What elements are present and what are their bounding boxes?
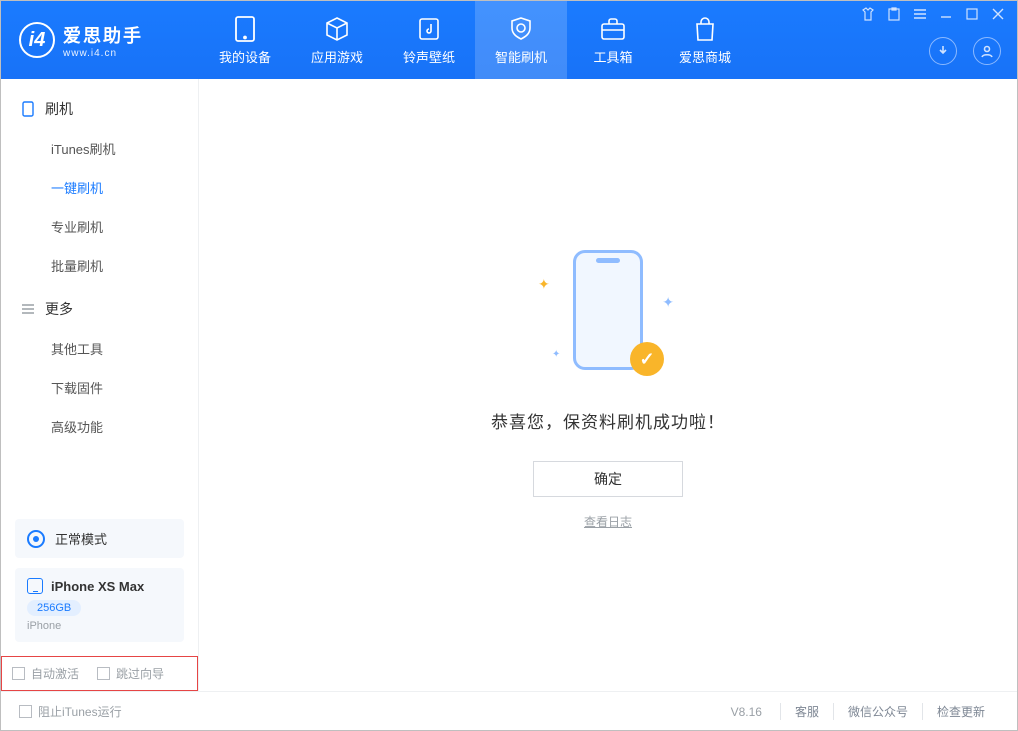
footer-link-wechat[interactable]: 微信公众号 — [833, 703, 922, 720]
main-panel: ✓ ✦ ✦ ✦ 恭喜您，保资料刷机成功啦！ 确定 查看日志 — [199, 79, 1017, 691]
stop-itunes-checkbox[interactable]: 阻止iTunes运行 — [19, 703, 122, 720]
auto-activate-checkbox[interactable]: 自动激活 — [12, 665, 79, 682]
sidebar-item-advanced[interactable]: 高级功能 — [1, 407, 198, 446]
section-header-more: 更多 — [1, 285, 198, 329]
sidebar: 刷机 iTunes刷机 一键刷机 专业刷机 批量刷机 更多 其他工具 下载固件 … — [1, 79, 199, 691]
check-badge-icon: ✓ — [630, 342, 664, 376]
maximize-button[interactable] — [965, 7, 979, 21]
close-button[interactable] — [991, 7, 1005, 21]
logo-title: 爱思助手 — [63, 22, 143, 48]
footer: 阻止iTunes运行 V8.16 客服 微信公众号 检查更新 — [1, 691, 1017, 731]
device-icon — [231, 15, 259, 43]
device-type: iPhone — [27, 620, 172, 632]
footer-link-check-update[interactable]: 检查更新 — [922, 703, 999, 720]
footer-link-support[interactable]: 客服 — [780, 703, 833, 720]
device-mode-label: 正常模式 — [55, 529, 107, 548]
toolbox-icon — [599, 15, 627, 43]
tab-smart-flash[interactable]: 智能刷机 — [475, 1, 567, 79]
success-message: 恭喜您，保资料刷机成功啦！ — [491, 408, 725, 433]
shield-icon — [507, 15, 535, 43]
logo-subtitle: www.i4.cn — [63, 48, 143, 59]
tshirt-icon[interactable] — [861, 7, 875, 21]
device-info-card[interactable]: iPhone XS Max 256GB iPhone — [15, 568, 184, 642]
device-storage-badge: 256GB — [27, 600, 81, 616]
sparkle-icon: ✦ — [662, 294, 674, 311]
download-button[interactable] — [929, 37, 957, 65]
mode-indicator-icon — [27, 530, 45, 548]
checkbox-icon — [12, 667, 25, 680]
main-tabs: 我的设备 应用游戏 铃声壁纸 智能刷机 工具箱 爱思商城 — [199, 1, 751, 79]
bag-icon — [691, 15, 719, 43]
logo-icon: i4 — [19, 22, 55, 58]
music-icon — [415, 15, 443, 43]
ok-button[interactable]: 确定 — [533, 461, 683, 497]
app-header: i4 爱思助手 www.i4.cn 我的设备 应用游戏 铃声壁纸 智能刷机 工具… — [1, 1, 1017, 79]
sparkle-icon: ✦ — [538, 276, 550, 293]
sidebar-item-oneclick-flash[interactable]: 一键刷机 — [1, 168, 198, 207]
checkbox-icon — [97, 667, 110, 680]
options-row: 自动激活 跳过向导 — [1, 656, 198, 691]
app-logo: i4 爱思助手 www.i4.cn — [1, 22, 199, 59]
section-header-flash: 刷机 — [1, 85, 198, 129]
sidebar-item-itunes-flash[interactable]: iTunes刷机 — [1, 129, 198, 168]
phone-icon — [27, 578, 43, 594]
phone-outline-icon — [21, 102, 35, 116]
device-name: iPhone XS Max — [51, 579, 144, 594]
sidebar-item-download-firmware[interactable]: 下载固件 — [1, 368, 198, 407]
tab-toolbox[interactable]: 工具箱 — [567, 1, 659, 79]
checkbox-icon — [19, 705, 32, 718]
tab-apps-games[interactable]: 应用游戏 — [291, 1, 383, 79]
sparkle-icon: ✦ — [552, 349, 560, 360]
cube-icon — [323, 15, 351, 43]
view-log-link[interactable]: 查看日志 — [584, 513, 632, 530]
header-actions — [929, 37, 1001, 65]
tab-my-device[interactable]: 我的设备 — [199, 1, 291, 79]
tab-store[interactable]: 爱思商城 — [659, 1, 751, 79]
version-label: V8.16 — [731, 705, 762, 719]
user-button[interactable] — [973, 37, 1001, 65]
device-mode-card[interactable]: 正常模式 — [15, 519, 184, 558]
tab-ringtones-wallpapers[interactable]: 铃声壁纸 — [383, 1, 475, 79]
sidebar-item-batch-flash[interactable]: 批量刷机 — [1, 246, 198, 285]
minimize-button[interactable] — [939, 7, 953, 21]
menu-icon[interactable] — [913, 7, 927, 21]
list-icon — [21, 302, 35, 316]
skip-wizard-checkbox[interactable]: 跳过向导 — [97, 665, 164, 682]
sidebar-item-other-tools[interactable]: 其他工具 — [1, 329, 198, 368]
sidebar-item-pro-flash[interactable]: 专业刷机 — [1, 207, 198, 246]
success-illustration: ✓ ✦ ✦ ✦ — [518, 240, 698, 390]
window-controls-top — [861, 7, 1005, 21]
clipboard-icon[interactable] — [887, 7, 901, 21]
